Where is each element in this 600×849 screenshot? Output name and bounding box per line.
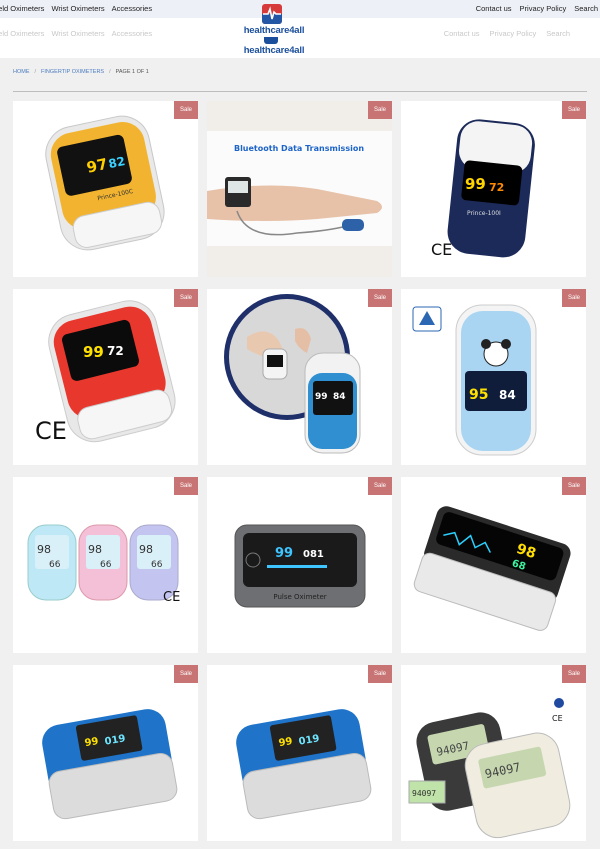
site-logo[interactable]: healthcare4all healthcare4all (237, 3, 317, 56)
divider (13, 91, 587, 92)
svg-text:72: 72 (107, 344, 124, 358)
product-image: 98 68 (413, 506, 571, 631)
svg-text:66: 66 (100, 560, 112, 570)
product-image: 99 019 (236, 709, 372, 820)
sale-badge: Sale (174, 101, 198, 119)
sale-badge: Sale (368, 477, 392, 495)
product-image: 95 84 (412, 304, 537, 456)
faded-nav-search: Search (546, 29, 570, 38)
svg-text:94097: 94097 (412, 789, 436, 798)
svg-text:99: 99 (465, 175, 486, 193)
sale-badge: Sale (368, 289, 392, 307)
svg-text:98: 98 (37, 543, 51, 556)
product-card[interactable]: 97 82 Prince-100C Sale (13, 101, 198, 277)
product-grid: 97 82 Prince-100C Sale Bluetooth Data Tr… (13, 101, 587, 841)
svg-text:Bluetooth Data Transmission: Bluetooth Data Transmission (234, 144, 364, 153)
product-card[interactable]: Bluetooth Data Transmission Sale (207, 101, 392, 277)
sale-badge: Sale (562, 477, 586, 495)
svg-text:99: 99 (275, 546, 293, 561)
nav-contact-us[interactable]: Contact us (476, 4, 512, 13)
product-card[interactable]: 99 84 Sale (207, 289, 392, 465)
svg-text:84: 84 (333, 392, 346, 402)
product-card[interactable]: 98 66 98 66 98 66 CE Sale (13, 477, 198, 653)
svg-text:84: 84 (499, 388, 516, 402)
svg-text:99: 99 (315, 392, 328, 402)
product-card[interactable]: CE 94097 94097 94097 Sale (401, 665, 586, 841)
svg-text:081: 081 (303, 549, 324, 560)
breadcrumb: HOME / FINGERTIP OXIMETERS / PAGE 1 OF 1 (13, 69, 149, 75)
svg-text:CE: CE (35, 417, 67, 445)
nav-search[interactable]: Search (574, 4, 598, 13)
product-image: 99 72 Prince-100I CE (431, 119, 535, 259)
breadcrumb-separator: / (109, 69, 111, 75)
svg-text:Pulse Oximeter: Pulse Oximeter (273, 593, 326, 601)
sale-badge: Sale (174, 477, 198, 495)
product-image: 99 081 Pulse Oximeter (234, 524, 366, 608)
product-card[interactable]: 98 68 Sale (401, 477, 586, 653)
breadcrumb-current: PAGE 1 OF 1 (115, 69, 149, 75)
nav-privacy-policy[interactable]: Privacy Policy (520, 4, 567, 13)
svg-text:66: 66 (49, 560, 61, 570)
product-image: CE 94097 94097 94097 (408, 698, 571, 839)
product-image: 99 72 CE (35, 300, 176, 445)
nav-accessories[interactable]: Accessories (112, 4, 152, 13)
svg-text:95: 95 (469, 387, 488, 403)
faded-nav-handheld: held Oximeters (0, 29, 45, 38)
svg-text:72: 72 (489, 181, 504, 194)
sale-badge: Sale (174, 289, 198, 307)
breadcrumb-category[interactable]: FINGERTIP OXIMETERS (41, 69, 104, 75)
logo-wordmark-duplicate: healthcare4all (243, 45, 305, 56)
breadcrumb-home[interactable]: HOME (13, 69, 30, 75)
secondary-nav: Contact us Privacy Policy Search (476, 4, 598, 13)
svg-text:98: 98 (88, 543, 102, 556)
nav-handheld-oximeters[interactable]: held Oximeters (0, 4, 44, 13)
product-card[interactable]: 99 72 CE Sale (13, 289, 198, 465)
product-card[interactable]: 99 019 Sale (207, 665, 392, 841)
faded-nav-contact: Contact us (443, 29, 480, 38)
svg-text:66: 66 (151, 560, 163, 570)
product-card[interactable]: 99 72 Prince-100I CE Sale (401, 101, 586, 277)
logo-wordmark: healthcare4all (243, 25, 305, 36)
primary-nav: held Oximeters Wrist Oximeters Accessori… (0, 4, 152, 13)
svg-text:CE: CE (163, 590, 180, 605)
sale-badge: Sale (174, 665, 198, 683)
sale-badge: Sale (368, 665, 392, 683)
nav-wrist-oximeters[interactable]: Wrist Oximeters (51, 4, 104, 13)
heartbeat-logo-icon (262, 4, 282, 24)
sale-badge: Sale (562, 289, 586, 307)
product-image: 99 84 (224, 294, 361, 454)
product-image: 99 019 (42, 709, 178, 820)
sale-badge: Sale (368, 101, 392, 119)
faded-primary-nav: held Oximeters Wrist Oximeters Accessori… (0, 29, 152, 38)
product-image: 97 82 Prince-100C (45, 115, 165, 251)
breadcrumb-separator: / (34, 69, 37, 75)
sale-badge: Sale (562, 665, 586, 683)
faded-nav-privacy: Privacy Policy (489, 29, 537, 38)
logo-icon-duplicate (264, 37, 278, 44)
sale-badge: Sale (562, 101, 586, 119)
svg-text:99: 99 (83, 343, 104, 361)
product-card[interactable]: 99 019 Sale (13, 665, 198, 841)
faded-nav-accessories: Accessories (111, 29, 153, 38)
product-card[interactable]: 99 081 Pulse Oximeter Sale (207, 477, 392, 653)
product-card[interactable]: 95 84 Sale (401, 289, 586, 465)
product-image: 98 66 98 66 98 66 CE (27, 524, 180, 605)
faded-secondary-nav: Contact us Privacy Policy Search (444, 29, 570, 38)
faded-nav-wrist: Wrist Oximeters (51, 29, 105, 38)
svg-text:98: 98 (139, 543, 153, 556)
svg-text:Prince-100I: Prince-100I (467, 210, 501, 217)
product-image: Bluetooth Data Transmission (207, 101, 392, 277)
svg-text:CE: CE (431, 240, 452, 259)
svg-text:CE: CE (552, 714, 563, 723)
